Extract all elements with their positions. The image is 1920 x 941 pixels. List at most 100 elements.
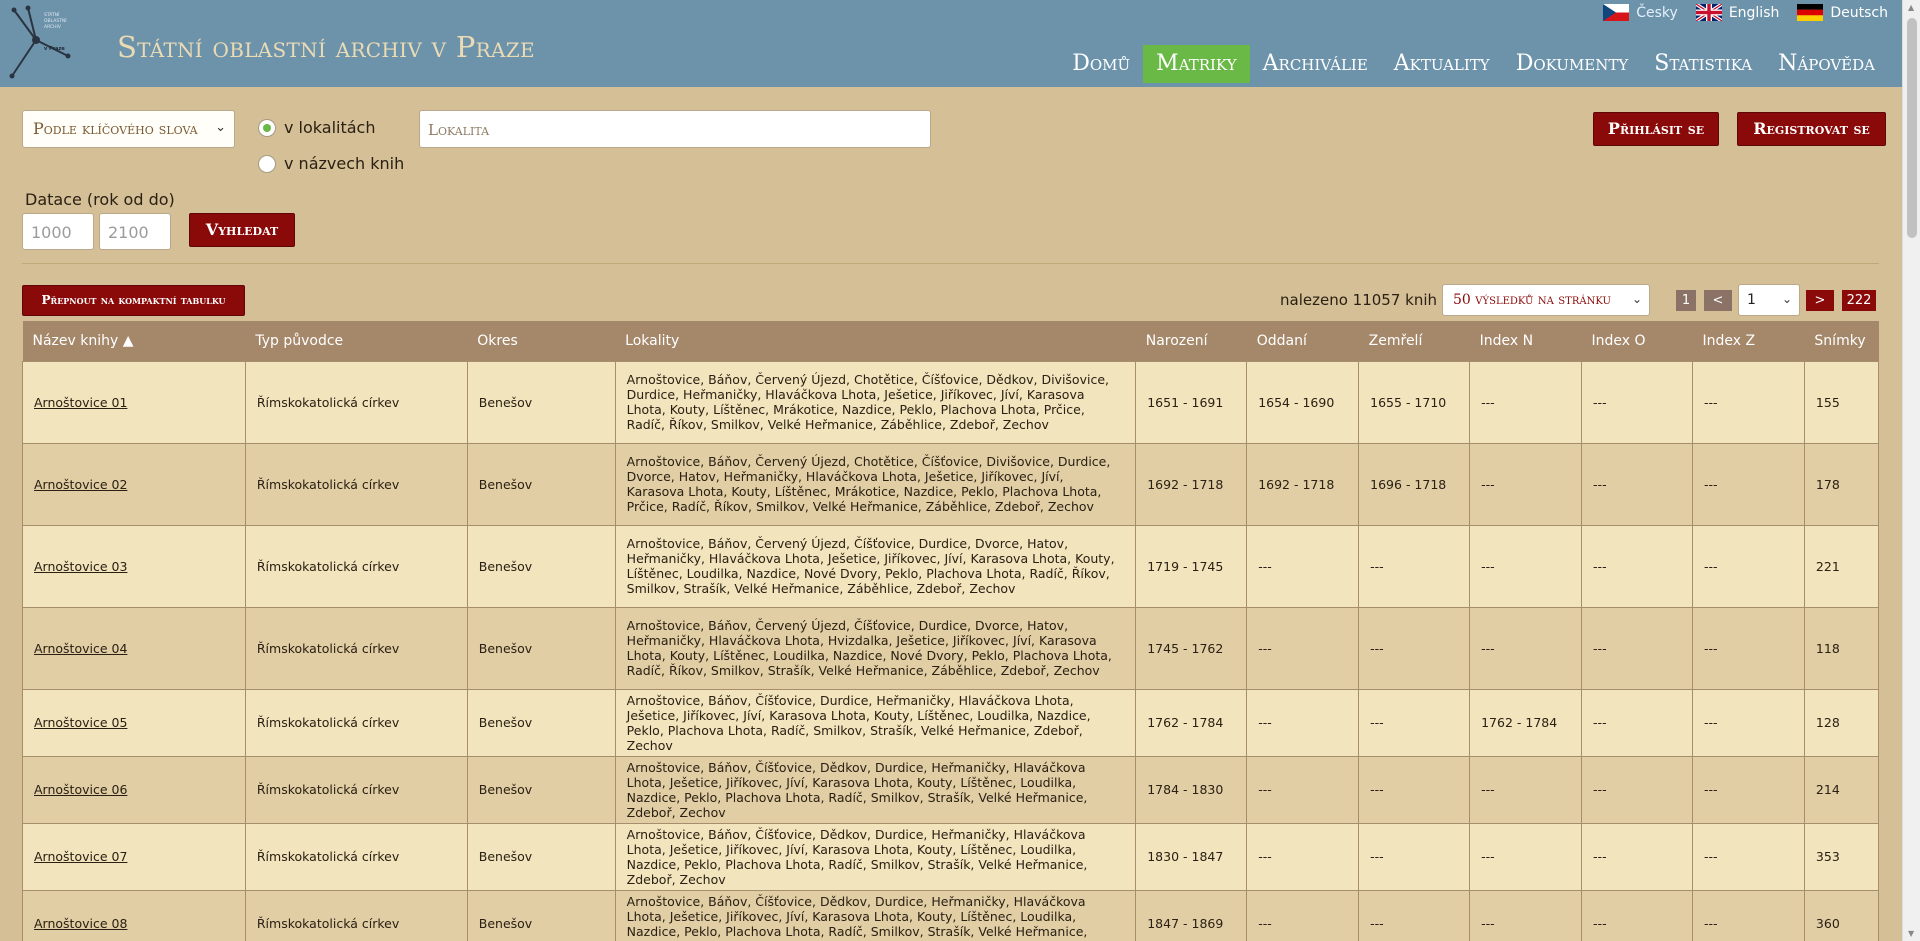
register-button[interactable]: Registrovat se: [1737, 112, 1886, 146]
table-row[interactable]: Arnoštovice 08 Římskokatolická církev Bene…: [22, 889, 1880, 941]
row-died: ---: [1358, 822, 1471, 891]
radio-localities[interactable]: v lokalitách: [258, 118, 375, 137]
table-row[interactable]: Arnoštovice 06 Římskokatolická církev Bene…: [22, 755, 1880, 824]
per-page-select[interactable]: 50 výsledků na stránku ⌄: [1442, 284, 1650, 316]
nav-statistika[interactable]: Statistika: [1641, 45, 1765, 83]
col-header-scans[interactable]: Snímky: [1804, 321, 1879, 361]
lang-label: Česky: [1636, 4, 1678, 21]
archive-logo[interactable]: STÁTNÍ OBLASTNÍ ARCHIV v Praze: [6, 4, 72, 80]
locality-input[interactable]: Lokalita: [419, 110, 931, 148]
col-header-died[interactable]: Zemřelí: [1358, 321, 1470, 361]
row-localities: Arnoštovice, Báňov, Červený Újezd, Číšťo…: [614, 606, 1137, 690]
lang-english[interactable]: English: [1695, 4, 1779, 21]
row-origin-type: Římskokatolická církev: [244, 755, 468, 824]
nav-domu[interactable]: Domů: [1059, 45, 1143, 83]
col-header-index-z[interactable]: Index Z: [1692, 321, 1805, 361]
login-button[interactable]: Přihlásit se: [1593, 112, 1719, 146]
first-page-button[interactable]: 1: [1676, 290, 1696, 311]
site-title[interactable]: Státní oblastní archiv v Praze: [117, 30, 535, 64]
table-row[interactable]: Arnoštovice 07 Římskokatolická církev Bene…: [22, 822, 1880, 891]
row-origin-type: Římskokatolická církev: [244, 688, 468, 757]
compact-table-button[interactable]: Přepnout na kompaktní tabulku: [22, 285, 245, 316]
row-index-o: ---: [1581, 688, 1693, 757]
row-book-name[interactable]: Arnoštovice 03: [22, 524, 246, 608]
search-button[interactable]: Vyhledat: [189, 213, 295, 247]
cz-flag-icon: [1603, 4, 1630, 21]
radio-button[interactable]: [258, 118, 276, 137]
row-scans: 353: [1803, 822, 1880, 891]
nav-napoveda[interactable]: Nápověda: [1765, 45, 1888, 83]
row-scans: 221: [1803, 524, 1880, 608]
row-born: 1784 - 1830: [1135, 755, 1248, 824]
row-book-name[interactable]: Arnoštovice 05: [22, 688, 246, 757]
row-origin-type: Římskokatolická církev: [244, 822, 468, 891]
nav-dokumenty[interactable]: Dokumenty: [1503, 45, 1642, 83]
row-married: ---: [1246, 822, 1360, 891]
row-index-o: ---: [1581, 360, 1693, 444]
year-to-input[interactable]: 2100: [99, 213, 171, 250]
row-married: 1654 - 1690: [1246, 360, 1360, 444]
row-book-name[interactable]: Arnoštovice 01: [22, 360, 246, 444]
radio-book-names[interactable]: v názvech knih: [258, 154, 404, 173]
row-index-n: ---: [1469, 360, 1583, 444]
col-header-localities[interactable]: Lokality: [615, 321, 1136, 361]
row-index-o: ---: [1581, 889, 1693, 941]
search-mode-select[interactable]: Podle klíčového slova ⌄: [22, 110, 235, 148]
col-header-married[interactable]: Oddaní: [1246, 321, 1359, 361]
row-index-z: ---: [1691, 524, 1805, 608]
table-row[interactable]: Arnoštovice 02 Římskokatolická církev Bene…: [22, 442, 1880, 526]
page-scrollbar[interactable]: ▲ ▼: [1902, 0, 1920, 941]
row-book-name[interactable]: Arnoštovice 04: [22, 606, 246, 690]
radio-button[interactable]: [258, 154, 276, 173]
table-row[interactable]: Arnoštovice 01 Římskokatolická církev Bene…: [22, 360, 1880, 444]
year-from-input[interactable]: 1000: [22, 213, 94, 250]
dating-label: Datace (rok od do): [25, 190, 175, 209]
row-book-name[interactable]: Arnoštovice 07: [22, 822, 246, 891]
row-born: 1692 - 1718: [1135, 442, 1248, 526]
col-header-index-o[interactable]: Index O: [1581, 321, 1693, 361]
row-index-n: ---: [1469, 442, 1583, 526]
table-row[interactable]: Arnoštovice 04 Římskokatolická církev Bene…: [22, 606, 1880, 690]
nav-archivalie[interactable]: Archiválie: [1250, 45, 1381, 83]
col-header-district[interactable]: Okres: [467, 321, 616, 361]
row-scans: 214: [1803, 755, 1880, 824]
col-header-index-n[interactable]: Index N: [1469, 321, 1582, 361]
col-header-type[interactable]: Typ původce: [245, 321, 468, 361]
divider: [22, 263, 1879, 264]
scrollbar-thumb[interactable]: [1907, 18, 1917, 238]
radio-label: v lokalitách: [284, 118, 376, 137]
row-book-name[interactable]: Arnoštovice 08: [22, 889, 246, 941]
row-died: 1655 - 1710: [1358, 360, 1471, 444]
prev-page-button[interactable]: <: [1704, 290, 1732, 311]
search-mode-value: Podle klíčového slova: [33, 119, 198, 138]
row-died: 1696 - 1718: [1358, 442, 1471, 526]
logo-text-4: v Praze: [44, 46, 65, 52]
page-select[interactable]: 1 ⌄: [1738, 284, 1800, 316]
language-switcher: Česky English Deutsch: [1603, 4, 1888, 21]
row-district: Benešov: [466, 442, 616, 526]
row-index-o: ---: [1581, 606, 1693, 690]
col-header-name[interactable]: Název knihy ▲: [22, 321, 246, 361]
col-header-born[interactable]: Narození: [1135, 321, 1247, 361]
row-scans: 178: [1803, 442, 1880, 526]
row-died: ---: [1358, 688, 1471, 757]
lang-deutsch[interactable]: Deutsch: [1797, 4, 1888, 21]
nav-matriky[interactable]: Matriky: [1143, 45, 1250, 83]
nav-aktuality[interactable]: Aktuality: [1381, 45, 1503, 83]
row-index-z: ---: [1691, 755, 1805, 824]
row-localities: Arnoštovice, Báňov, Červený Újezd, Chotě…: [614, 442, 1137, 526]
row-scans: 128: [1803, 688, 1880, 757]
row-died: ---: [1358, 755, 1471, 824]
row-book-name[interactable]: Arnoštovice 06: [22, 755, 246, 824]
next-page-button[interactable]: >: [1806, 290, 1834, 311]
row-married: ---: [1246, 755, 1360, 824]
table-header-row: Název knihy ▲ Typ původce Okres Lokality…: [22, 321, 1879, 361]
lang-cesky[interactable]: Česky: [1603, 4, 1678, 21]
scroll-up-icon[interactable]: ▲: [1908, 3, 1914, 12]
table-row[interactable]: Arnoštovice 03 Římskokatolická církev Bene…: [22, 524, 1880, 608]
table-row[interactable]: Arnoštovice 05 Římskokatolická církev Bene…: [22, 688, 1880, 757]
last-page-button[interactable]: 222: [1842, 290, 1876, 311]
scroll-down-icon[interactable]: ▼: [1908, 929, 1914, 938]
row-book-name[interactable]: Arnoštovice 02: [22, 442, 246, 526]
row-district: Benešov: [466, 889, 616, 941]
